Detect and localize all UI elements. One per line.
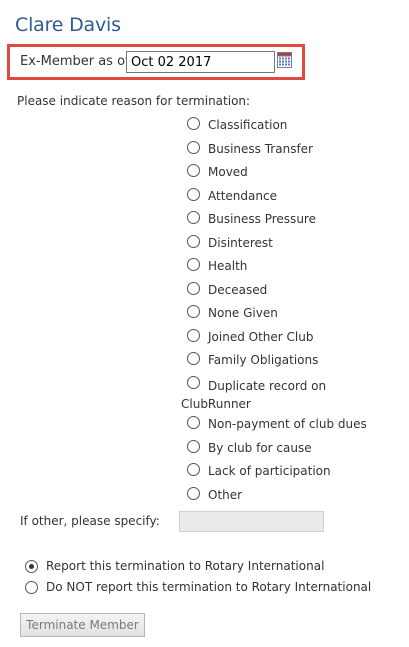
- reason-label: Business Pressure: [208, 212, 316, 226]
- radio-button[interactable]: [187, 305, 200, 318]
- calendar-icon[interactable]: [277, 52, 292, 68]
- reason-option-classification[interactable]: Classification: [181, 114, 381, 134]
- reason-option-other[interactable]: Other: [181, 484, 381, 504]
- reason-label: Lack of participation: [208, 464, 331, 478]
- reason-label: Moved: [208, 165, 248, 179]
- radio-button[interactable]: [187, 141, 200, 154]
- reason-option-joined-other-club[interactable]: Joined Other Club: [181, 326, 381, 346]
- reason-option-duplicate-record[interactable]: Duplicate record on ClubRunner: [181, 373, 381, 413]
- radio-button[interactable]: [187, 117, 200, 130]
- radio-button[interactable]: [187, 258, 200, 271]
- reason-option-business-transfer[interactable]: Business Transfer: [181, 138, 381, 158]
- reason-option-by-club-for-cause[interactable]: By club for cause: [181, 437, 381, 457]
- radio-button[interactable]: [187, 352, 200, 365]
- reason-label: Family Obligations: [208, 353, 319, 367]
- other-reason-input[interactable]: [179, 511, 324, 532]
- reason-label: Health: [208, 259, 248, 273]
- reason-label: Classification: [208, 118, 288, 132]
- reason-option-non-payment[interactable]: Non-payment of club dues: [181, 413, 381, 433]
- reason-label: None Given: [208, 306, 278, 320]
- other-reason-label: If other, please specify:: [20, 514, 160, 528]
- reason-option-attendance[interactable]: Attendance: [181, 185, 381, 205]
- radio-button[interactable]: [187, 329, 200, 342]
- ex-member-date-section: Ex-Member as of:: [7, 44, 305, 80]
- reason-label: Duplicate record on ClubRunner: [181, 379, 327, 411]
- reason-option-lack-of-participation[interactable]: Lack of participation: [181, 460, 381, 480]
- reason-label: By club for cause: [208, 441, 312, 455]
- radio-button[interactable]: [187, 235, 200, 248]
- termination-reason-prompt: Please indicate reason for termination:: [17, 94, 251, 108]
- reason-option-deceased[interactable]: Deceased: [181, 279, 381, 299]
- report-option-label: Do NOT report this termination to Rotary…: [46, 580, 372, 594]
- radio-button[interactable]: [187, 416, 200, 429]
- reason-label: Deceased: [208, 283, 268, 297]
- reason-option-family-obligations[interactable]: Family Obligations: [181, 349, 381, 369]
- radio-button[interactable]: [187, 188, 200, 201]
- reason-label: Business Transfer: [208, 142, 313, 156]
- ex-member-label: Ex-Member as of:: [20, 54, 134, 69]
- reason-label: Joined Other Club: [208, 330, 314, 344]
- ex-member-date-input[interactable]: [126, 51, 275, 73]
- reason-option-disinterest[interactable]: Disinterest: [181, 232, 381, 252]
- radio-button[interactable]: [187, 282, 200, 295]
- radio-button[interactable]: [187, 211, 200, 224]
- radio-button[interactable]: [187, 164, 200, 177]
- radio-button-selected[interactable]: [25, 560, 38, 573]
- reason-option-moved[interactable]: Moved: [181, 161, 381, 181]
- reason-label: Other: [208, 488, 243, 502]
- reason-option-business-pressure[interactable]: Business Pressure: [181, 208, 381, 228]
- reason-label: Attendance: [208, 189, 277, 203]
- report-option-label: Report this termination to Rotary Intern…: [46, 559, 325, 573]
- radio-button[interactable]: [187, 463, 200, 476]
- radio-button[interactable]: [187, 440, 200, 453]
- terminate-member-page: Clare Davis Ex-Member as of: Please indi…: [0, 0, 409, 647]
- reason-label: Disinterest: [208, 236, 273, 250]
- reason-option-none-given[interactable]: None Given: [181, 302, 381, 322]
- terminate-member-button[interactable]: Terminate Member: [20, 613, 145, 637]
- radio-button[interactable]: [187, 487, 200, 500]
- radio-button[interactable]: [25, 581, 38, 594]
- reason-label: Non-payment of club dues: [208, 417, 367, 431]
- member-name-heading: Clare Davis: [15, 14, 121, 36]
- reason-option-health[interactable]: Health: [181, 255, 381, 275]
